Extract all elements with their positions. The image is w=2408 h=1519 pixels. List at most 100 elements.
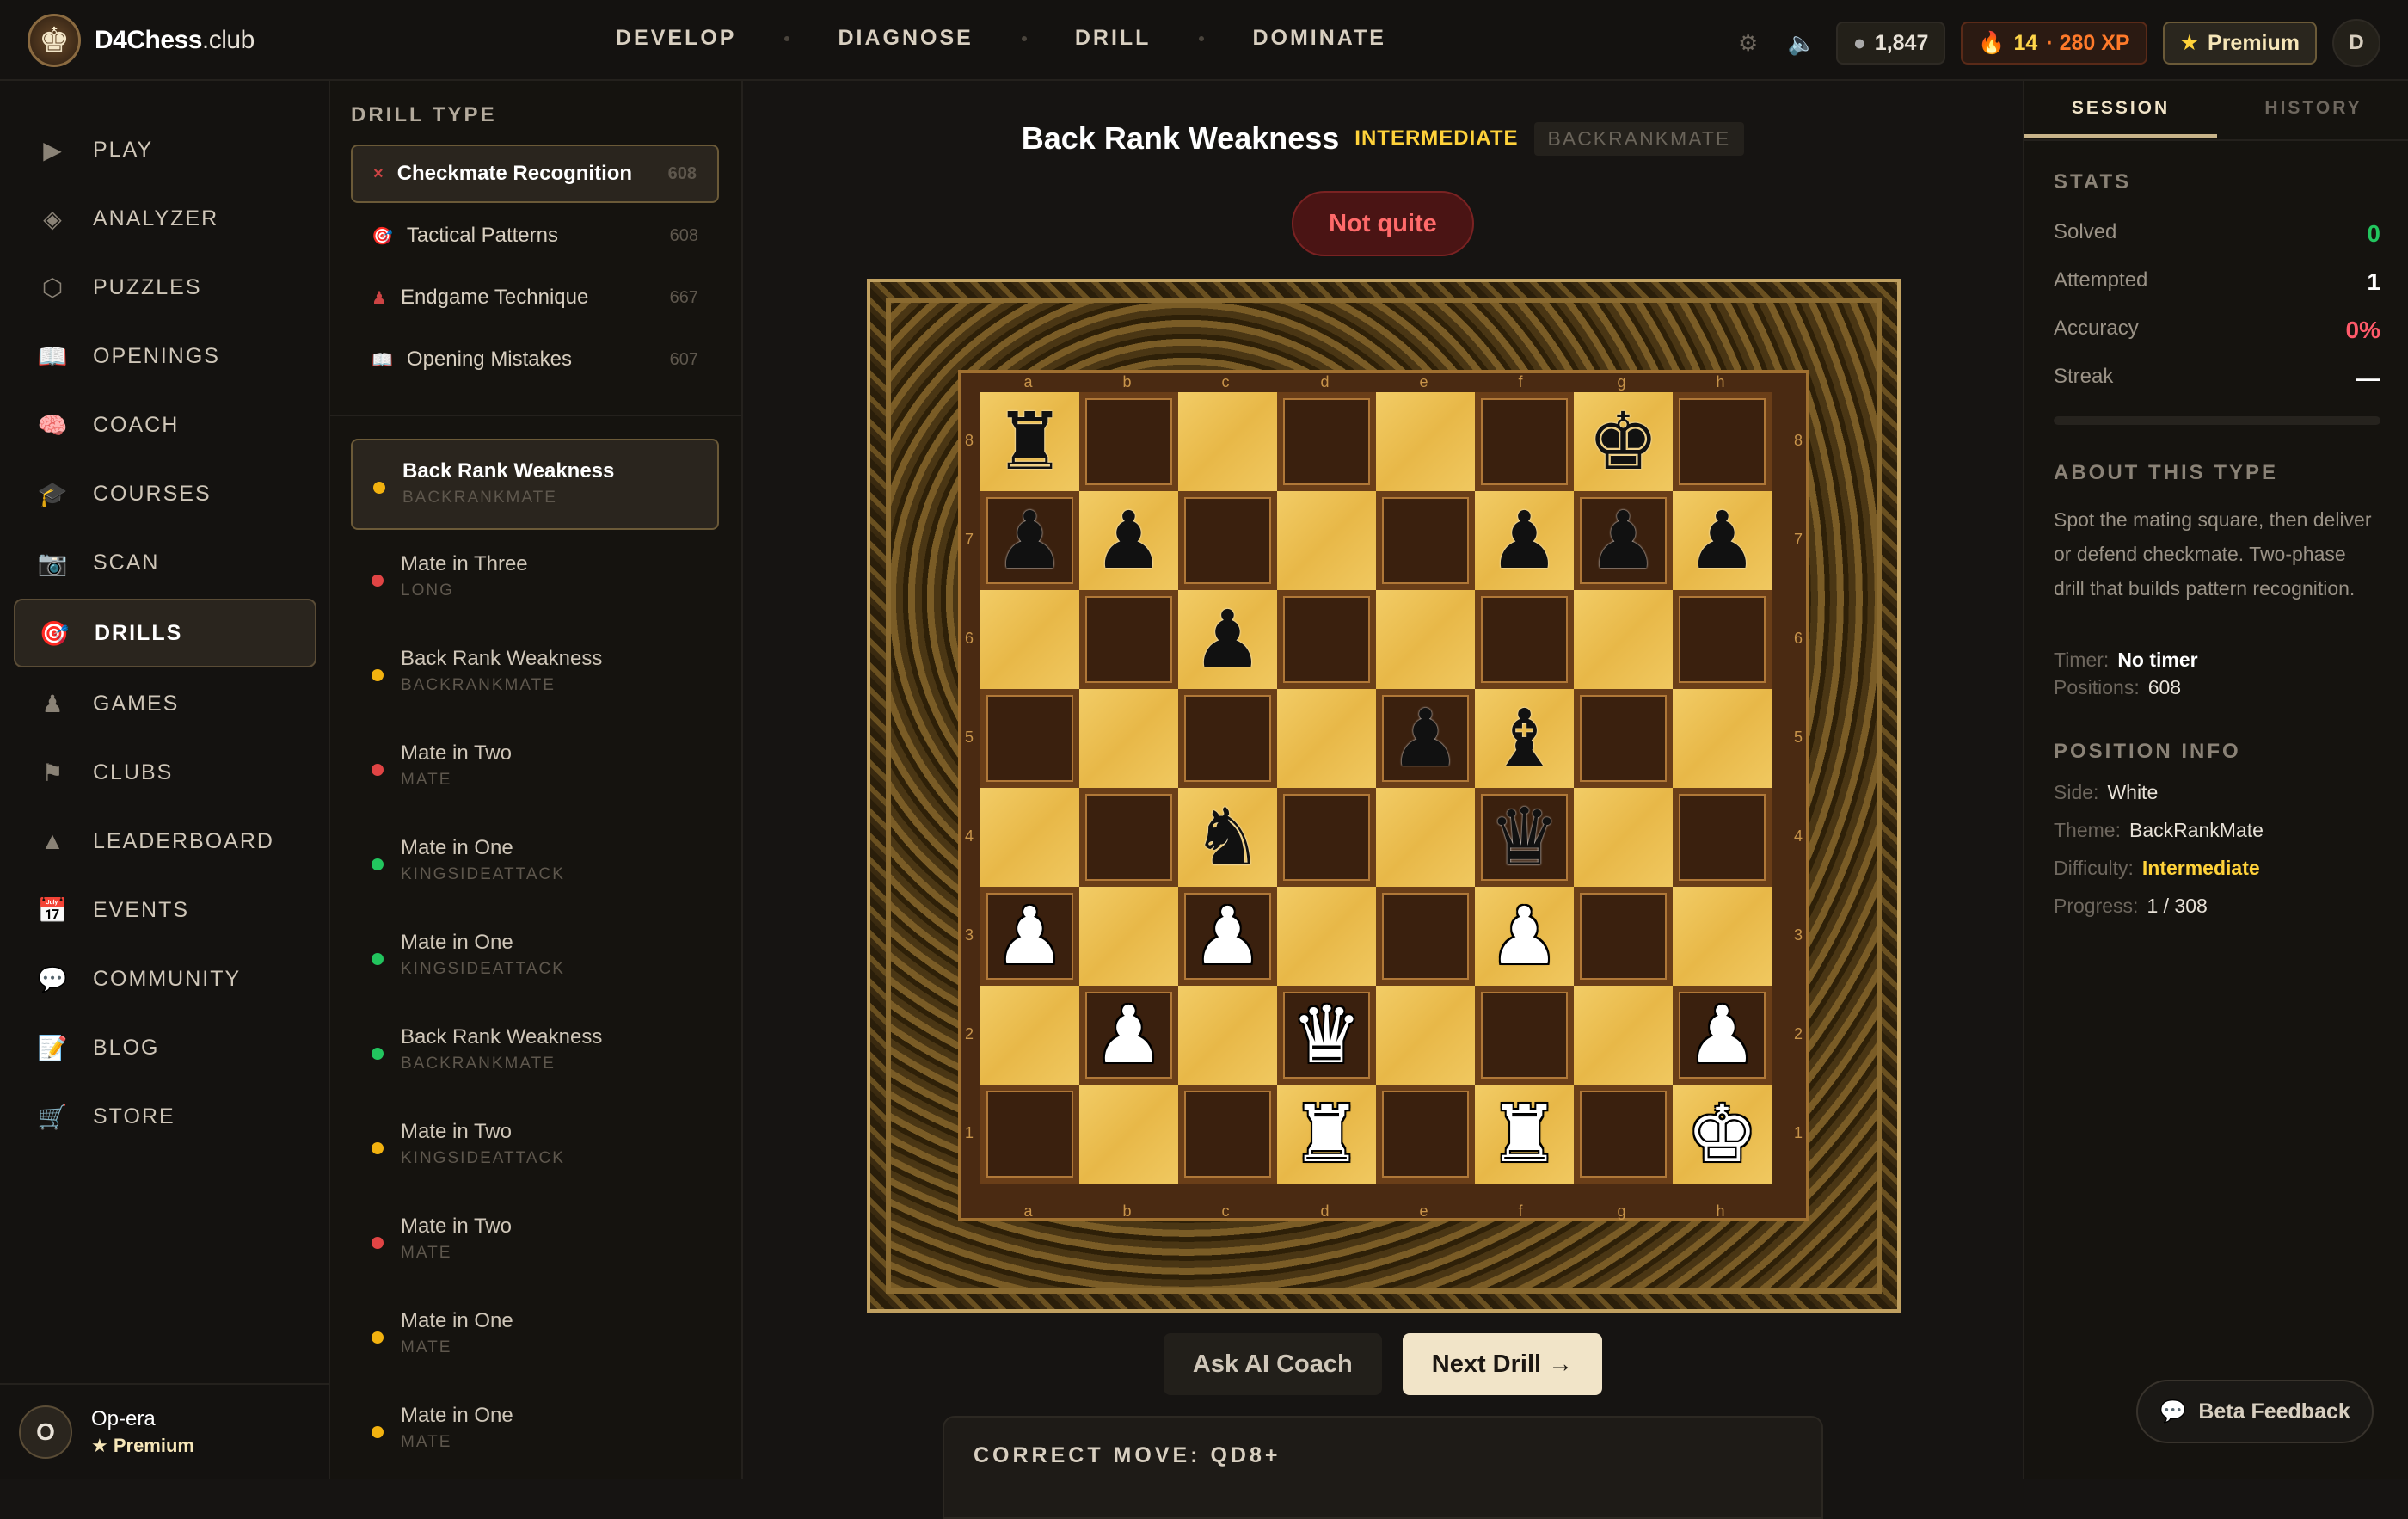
rating-badge[interactable]: ● 1,847 — [1835, 22, 1946, 65]
board-square-d7[interactable] — [1277, 491, 1376, 590]
sidebar-item-blog[interactable]: 📝 BLOG — [14, 1013, 316, 1082]
sidebar-item-store[interactable]: 🛒 STORE — [14, 1082, 316, 1151]
sidebar-item-drills[interactable]: 🎯 DRILLS — [14, 599, 316, 667]
board-square-c3[interactable]: ♟ — [1178, 887, 1277, 986]
board-square-d5[interactable] — [1277, 689, 1376, 788]
black-pawn-icon[interactable]: ♟ — [1390, 699, 1460, 778]
list-item[interactable]: Mate in One MATE — [351, 1385, 719, 1476]
board-square-e7[interactable] — [1376, 491, 1475, 590]
black-knight-icon[interactable]: ♞ — [1192, 798, 1262, 877]
board-square-e2[interactable] — [1376, 986, 1475, 1085]
board-square-f1[interactable]: ♜ — [1475, 1085, 1574, 1184]
white-pawn-icon[interactable]: ♟ — [1192, 897, 1262, 976]
board-square-g5[interactable] — [1574, 689, 1673, 788]
board-square-h1[interactable]: ♚ — [1673, 1085, 1772, 1184]
board-square-c1[interactable] — [1178, 1085, 1277, 1184]
board-square-e8[interactable] — [1376, 392, 1475, 491]
board-square-e3[interactable] — [1376, 887, 1475, 986]
board-square-h3[interactable] — [1673, 887, 1772, 986]
streak-xp-badge[interactable]: 🔥 14 · 280 XP — [1961, 22, 2147, 65]
sidebar-item-community[interactable]: 💬 COMMUNITY — [14, 944, 316, 1013]
nav-drill[interactable]: DRILL — [1061, 26, 1200, 51]
black-queen-icon[interactable]: ♛ — [1489, 798, 1559, 877]
board-square-h5[interactable] — [1673, 689, 1772, 788]
board-square-b8[interactable] — [1079, 392, 1178, 491]
black-king-icon[interactable]: ♚ — [1588, 403, 1658, 482]
board-square-a8[interactable]: ♜ — [980, 392, 1079, 491]
board-square-d4[interactable] — [1277, 788, 1376, 887]
list-item[interactable]: Mate in Three LONG — [351, 533, 719, 624]
board-square-b6[interactable] — [1079, 590, 1178, 689]
ask-coach-button[interactable]: Ask AI Coach — [1163, 1333, 1382, 1395]
white-pawn-icon[interactable]: ♟ — [994, 897, 1065, 976]
board-square-d8[interactable] — [1277, 392, 1376, 491]
list-item[interactable]: Back Rank Weakness BACKRANKMATE — [351, 439, 719, 530]
board-square-h6[interactable] — [1673, 590, 1772, 689]
board-square-g8[interactable]: ♚ — [1574, 392, 1673, 491]
sidebar-user[interactable]: O Op-era ★ Premium — [0, 1383, 330, 1479]
beta-feedback-button[interactable]: 💬 Beta Feedback — [2136, 1380, 2374, 1443]
board-square-a2[interactable] — [980, 986, 1079, 1085]
list-item[interactable]: Mate in One KINGSIDEATTACK — [351, 912, 719, 1003]
sidebar-item-courses[interactable]: 🎓 COURSES — [14, 459, 316, 528]
board-square-f8[interactable] — [1475, 392, 1574, 491]
nav-develop[interactable]: DEVELOP — [602, 26, 784, 51]
sidebar-item-analyzer[interactable]: ◈ ANALYZER — [14, 184, 316, 253]
board-square-c5[interactable] — [1178, 689, 1277, 788]
user-avatar[interactable]: D — [2332, 19, 2380, 67]
sidebar-item-events[interactable]: 📅 EVENTS — [14, 876, 316, 944]
list-item[interactable]: Mate in Two MATE — [351, 1196, 719, 1287]
sidebar-item-clubs[interactable]: ⚑ CLUBS — [14, 738, 316, 807]
next-drill-button[interactable]: Next Drill → — [1402, 1333, 1603, 1395]
board-square-f3[interactable]: ♟ — [1475, 887, 1574, 986]
board-square-a1[interactable] — [980, 1085, 1079, 1184]
drill-type-item[interactable]: 🎯 Tactical Patterns 608 — [351, 206, 719, 265]
board-square-b3[interactable] — [1079, 887, 1178, 986]
black-pawn-icon[interactable]: ♟ — [1686, 501, 1757, 581]
black-pawn-icon[interactable]: ♟ — [1588, 501, 1658, 581]
black-bishop-icon[interactable]: ♝ — [1489, 699, 1559, 778]
white-queen-icon[interactable]: ♛ — [1291, 996, 1361, 1075]
board-square-g3[interactable] — [1574, 887, 1673, 986]
list-item[interactable]: Back Rank Weakness BACKRANKMATE — [351, 1006, 719, 1098]
white-king-icon[interactable]: ♚ — [1686, 1095, 1757, 1174]
list-item[interactable]: Mate in One MATE — [351, 1290, 719, 1381]
sidebar-item-openings[interactable]: 📖 OPENINGS — [14, 322, 316, 391]
list-item[interactable]: Mate in Two KINGSIDEATTACK — [351, 1101, 719, 1192]
board-square-f5[interactable]: ♝ — [1475, 689, 1574, 788]
board-square-c7[interactable] — [1178, 491, 1277, 590]
white-pawn-icon[interactable]: ♟ — [1489, 897, 1559, 976]
black-pawn-icon[interactable]: ♟ — [1489, 501, 1559, 581]
board-square-a5[interactable] — [980, 689, 1079, 788]
tab-session[interactable]: SESSION — [2024, 98, 2217, 138]
board-square-h7[interactable]: ♟ — [1673, 491, 1772, 590]
board-square-a7[interactable]: ♟ — [980, 491, 1079, 590]
board-square-f6[interactable] — [1475, 590, 1574, 689]
sidebar-item-leaderboard[interactable]: ▲ LEADERBOARD — [14, 807, 316, 876]
white-pawn-icon[interactable]: ♟ — [1093, 996, 1164, 1075]
sound-icon[interactable]: 🔈 — [1783, 30, 1821, 57]
board-square-h4[interactable] — [1673, 788, 1772, 887]
board-square-d6[interactable] — [1277, 590, 1376, 689]
board-square-b1[interactable] — [1079, 1085, 1178, 1184]
white-pawn-icon[interactable]: ♟ — [1686, 996, 1757, 1075]
board-square-e6[interactable] — [1376, 590, 1475, 689]
sidebar-item-play[interactable]: ▶ PLAY — [14, 115, 316, 184]
nav-diagnose[interactable]: DIAGNOSE — [824, 26, 1021, 51]
sidebar-item-puzzles[interactable]: ⬡ PUZZLES — [14, 253, 316, 322]
board-square-e1[interactable] — [1376, 1085, 1475, 1184]
board-square-h8[interactable] — [1673, 392, 1772, 491]
black-rook-icon[interactable]: ♜ — [994, 403, 1065, 482]
list-item[interactable]: Back Rank Weakness BACKRANKMATE — [351, 628, 719, 719]
board-square-c6[interactable]: ♟ — [1178, 590, 1277, 689]
board-square-e4[interactable] — [1376, 788, 1475, 887]
settings-icon[interactable]: ⚙ — [1729, 30, 1767, 57]
sidebar-item-scan[interactable]: 📷 SCAN — [14, 528, 316, 597]
sidebar-item-games[interactable]: ♟ GAMES — [14, 669, 316, 738]
sidebar-item-coach[interactable]: 🧠 COACH — [14, 391, 316, 459]
board-square-b2[interactable]: ♟ — [1079, 986, 1178, 1085]
board-square-g2[interactable] — [1574, 986, 1673, 1085]
board-square-f2[interactable] — [1475, 986, 1574, 1085]
board-square-b5[interactable] — [1079, 689, 1178, 788]
white-rook-icon[interactable]: ♜ — [1489, 1095, 1559, 1174]
